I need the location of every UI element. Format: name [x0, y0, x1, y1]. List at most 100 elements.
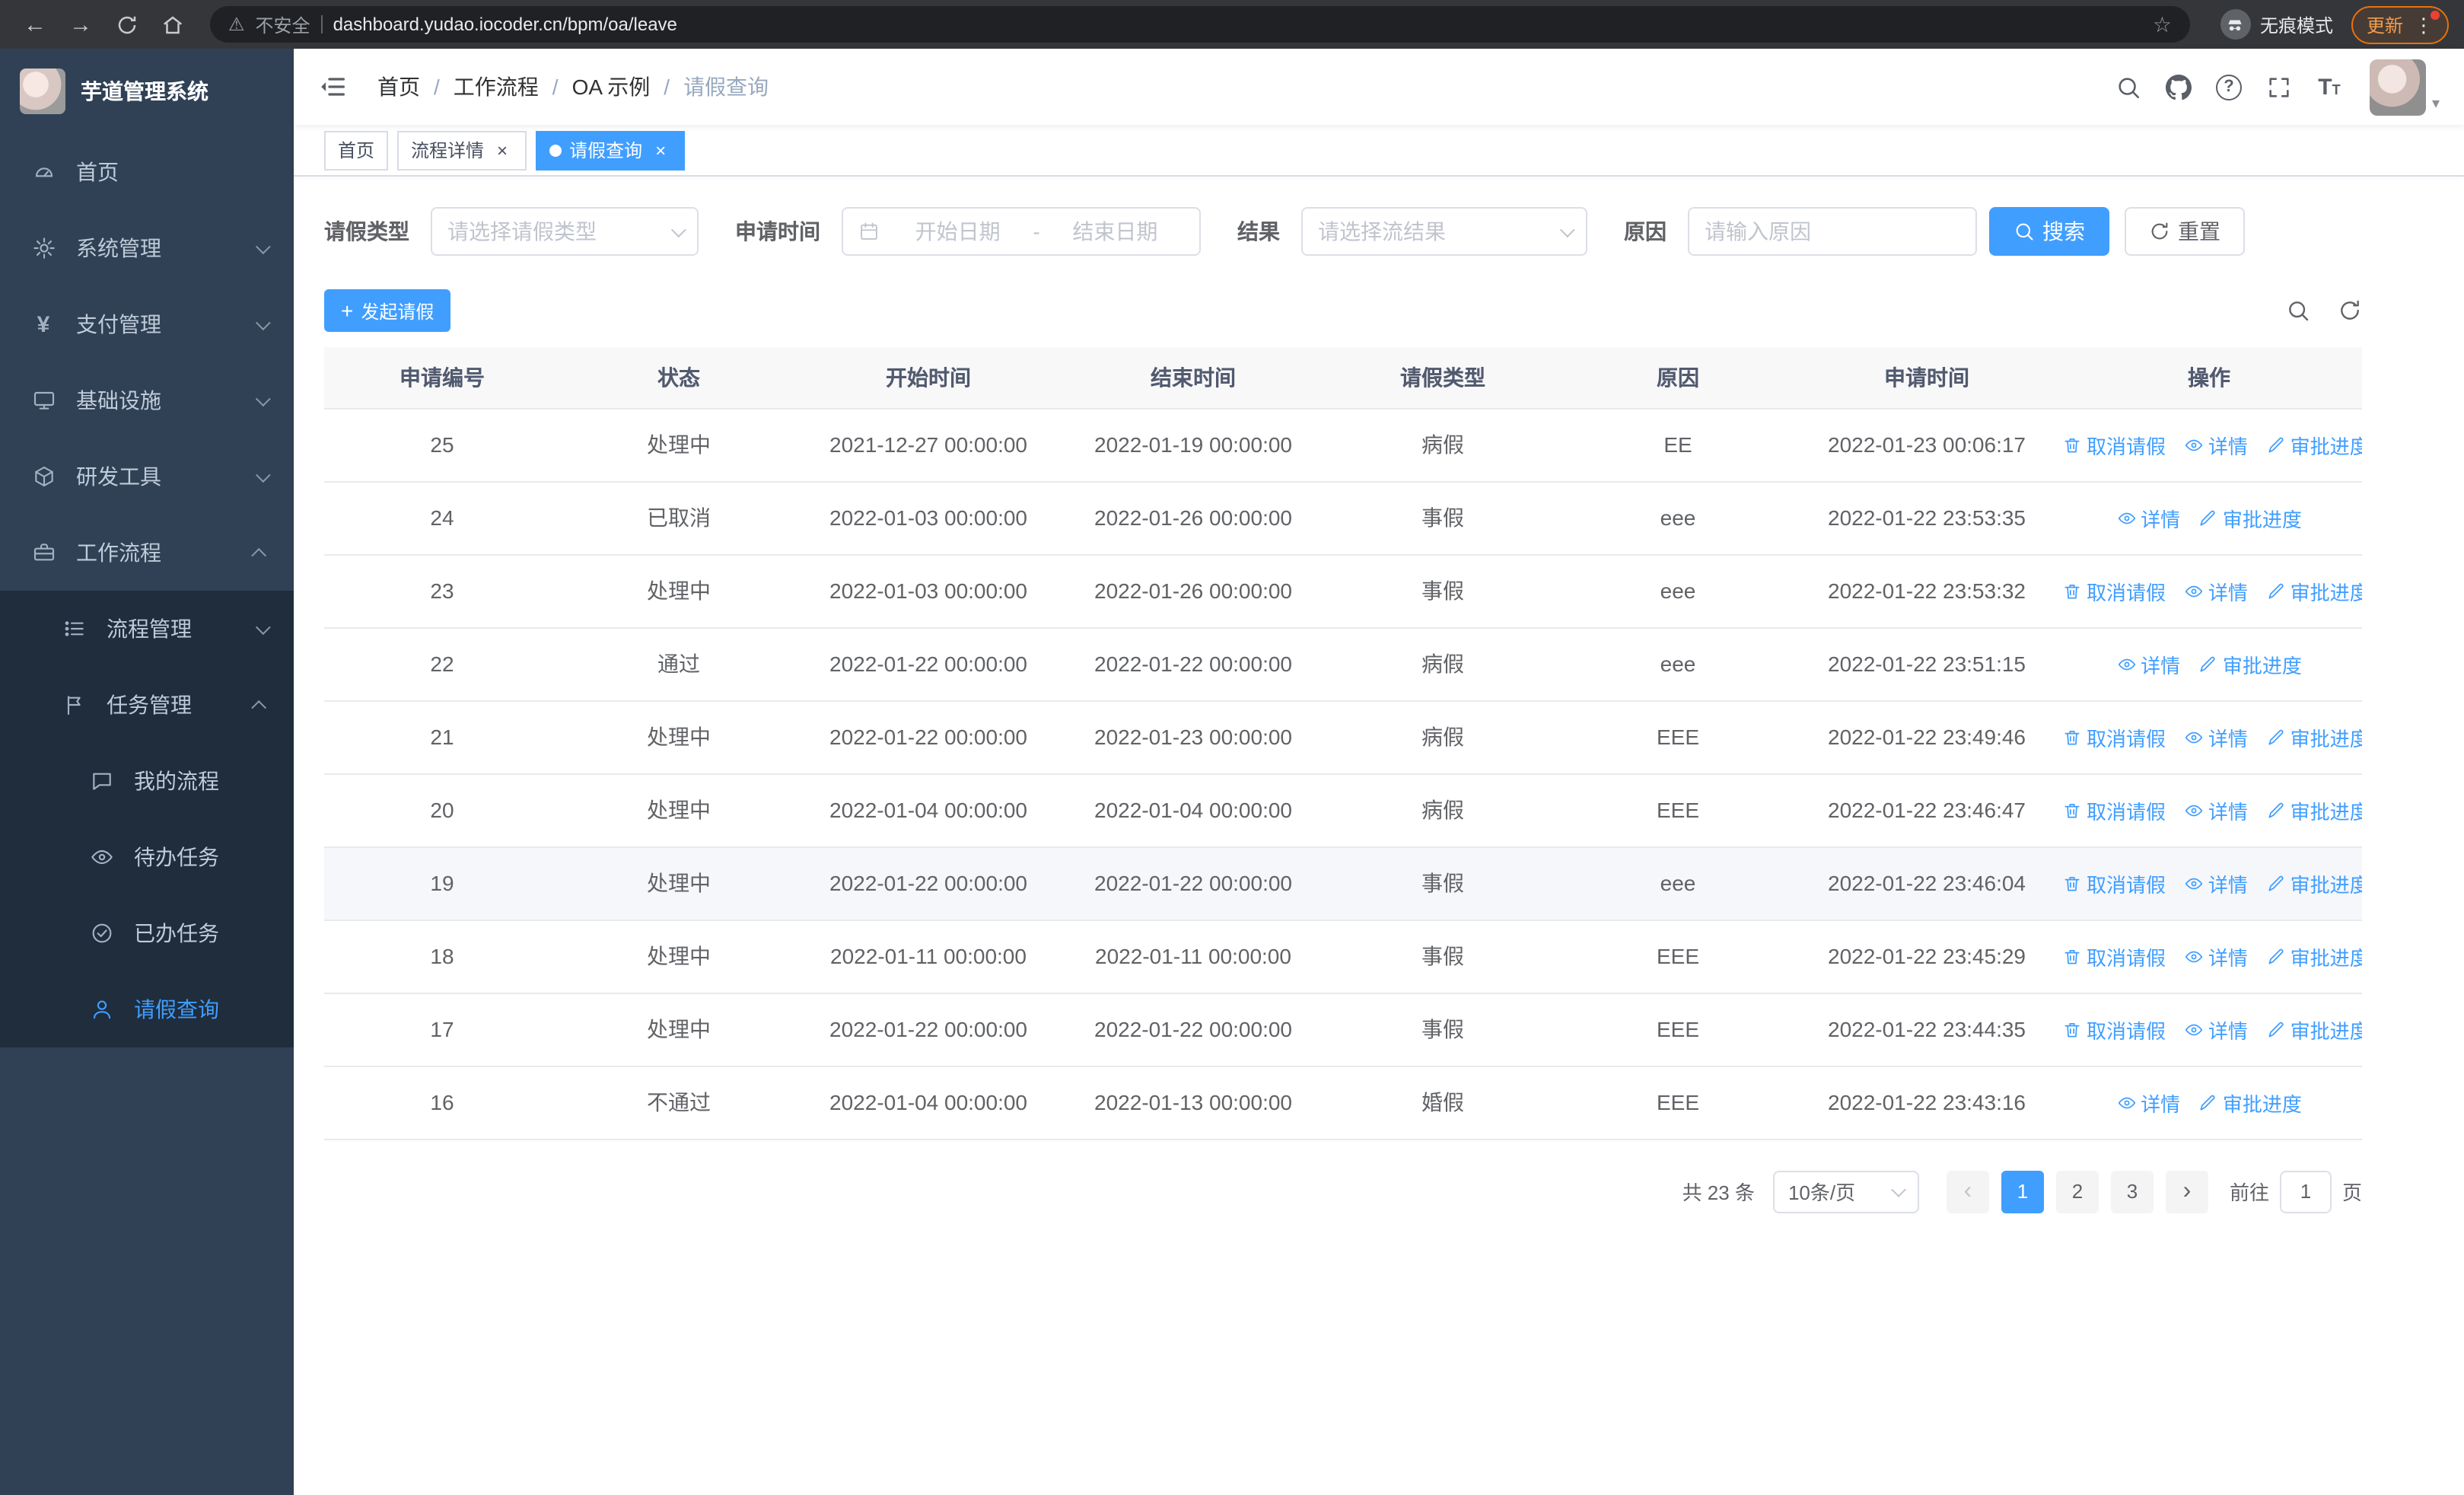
cell-start-time: 2022-01-22 00:00:00 [829, 725, 1027, 749]
detail-link[interactable]: 详情 [2184, 1015, 2248, 1044]
cancel-leave-link[interactable]: 取消请假 [2062, 576, 2166, 605]
approval-progress-link[interactable]: 审批进度 [2266, 722, 2362, 751]
logo[interactable]: 芋道管理系统 [0, 49, 294, 134]
url-divider [320, 15, 323, 33]
tab-process-detail[interactable]: 流程详情 × [397, 130, 527, 170]
approval-progress-link[interactable]: 审批进度 [2266, 1015, 2362, 1044]
reason-input[interactable] [1689, 209, 1975, 254]
cell-apply-time: 2022-01-22 23:43:16 [1828, 1090, 2026, 1114]
sidebar-item-my-processes[interactable]: 我的流程 [0, 743, 294, 819]
help-button[interactable]: ? [2204, 49, 2254, 125]
cell-leave-type: 事假 [1421, 505, 1464, 530]
cancel-leave-link[interactable]: 取消请假 [2062, 430, 2166, 459]
sidebar-item-process-management[interactable]: 流程管理 [0, 591, 294, 667]
detail-link[interactable]: 详情 [2184, 722, 2248, 751]
sidebar-item-label: 任务管理 [107, 693, 192, 717]
url-text: dashboard.yudao.iocoder.cn/bpm/oa/leave [333, 14, 677, 35]
bookmark-star-icon[interactable]: ☆ [2153, 11, 2172, 37]
page-button-3[interactable]: 3 [2110, 1170, 2154, 1213]
detail-link[interactable]: 详情 [2184, 869, 2248, 897]
sidebar-item-todo-tasks[interactable]: 待办任务 [0, 819, 294, 895]
logo-avatar [20, 69, 65, 114]
detail-link[interactable]: 详情 [2184, 795, 2248, 824]
cancel-leave-link[interactable]: 取消请假 [2062, 942, 2166, 971]
sidebar-item-payment[interactable]: ¥ 支付管理 [0, 286, 294, 362]
result-select[interactable]: 请选择流结果 [1301, 207, 1587, 256]
calendar-icon [858, 221, 880, 242]
browser-menu-button[interactable]: ⋮ [2414, 10, 2440, 34]
search-button[interactable]: 搜索 [1989, 207, 2109, 256]
address-bar[interactable]: ⚠ 不安全 dashboard.yudao.iocoder.cn/bpm/oa/… [210, 6, 2190, 43]
back-icon: ← [24, 11, 46, 37]
cell-status: 处理中 [647, 725, 711, 749]
sidebar-item-label: 首页 [76, 160, 119, 184]
sidebar-item-workflow[interactable]: 工作流程 [0, 515, 294, 591]
browser-update-button[interactable]: 更新 ⋮ [2351, 5, 2449, 43]
font-size-button[interactable]: TT [2304, 49, 2354, 125]
cancel-leave-link[interactable]: 取消请假 [2062, 1015, 2166, 1044]
sidebar-item-done-tasks[interactable]: 已办任务 [0, 895, 294, 971]
approval-progress-link[interactable]: 审批进度 [2266, 942, 2362, 971]
trash-icon [2064, 584, 2080, 598]
prev-page-button[interactable]: ‹ [1946, 1170, 1989, 1213]
page-button-1[interactable]: 1 [2001, 1170, 2044, 1213]
close-icon[interactable]: × [650, 139, 671, 161]
detail-link[interactable]: 详情 [2116, 503, 2180, 532]
page-button-2[interactable]: 2 [2055, 1170, 2099, 1213]
sidebar-item-task-management[interactable]: 任务管理 [0, 667, 294, 743]
create-leave-button[interactable]: + 发起请假 [324, 289, 451, 332]
approval-progress-link[interactable]: 审批进度 [2198, 1088, 2302, 1117]
avatar-caret-icon[interactable]: ▾ [2432, 96, 2440, 125]
cancel-leave-link[interactable]: 取消请假 [2062, 795, 2166, 824]
github-button[interactable] [2154, 49, 2204, 125]
leave-type-select[interactable]: 请选择请假类型 [431, 207, 699, 256]
next-page-button[interactable]: › [2165, 1170, 2208, 1213]
toggle-search-button[interactable] [2286, 298, 2310, 323]
approval-progress-link[interactable]: 审批进度 [2266, 869, 2362, 897]
approval-progress-link[interactable]: 审批进度 [2198, 649, 2302, 678]
trash-icon [2064, 438, 2080, 452]
breadcrumb-workflow[interactable]: 工作流程 [454, 72, 539, 102]
approval-progress-link[interactable]: 审批进度 [2198, 503, 2302, 532]
browser-reload-button[interactable] [107, 5, 146, 44]
sidebar-item-home[interactable]: 首页 [0, 134, 294, 210]
cell-end-time: 2022-01-26 00:00:00 [1094, 505, 1292, 530]
breadcrumb-oa-example[interactable]: OA 示例 [572, 72, 651, 102]
sidebar-item-leave-query[interactable]: 请假查询 [0, 971, 294, 1047]
browser-forward-button[interactable]: → [61, 5, 100, 44]
browser-back-button[interactable]: ← [15, 5, 55, 44]
detail-link[interactable]: 详情 [2116, 649, 2180, 678]
detail-link[interactable]: 详情 [2116, 1088, 2180, 1117]
approval-progress-link[interactable]: 审批进度 [2266, 795, 2362, 824]
pen-icon [2201, 1094, 2216, 1110]
breadcrumb-home[interactable]: 首页 [377, 72, 420, 102]
cell-start-time: 2022-01-22 00:00:00 [829, 871, 1027, 895]
close-icon[interactable]: × [492, 139, 513, 161]
sidebar-item-infrastructure[interactable]: 基础设施 [0, 362, 294, 438]
tab-home[interactable]: 首页 [324, 130, 389, 170]
page-size-select[interactable]: 10条/页 [1772, 1170, 1919, 1213]
sidebar-item-label: 已办任务 [134, 921, 219, 945]
apply-time-range-picker[interactable]: 开始日期 - 结束日期 [842, 207, 1201, 256]
sidebar-item-devtools[interactable]: 研发工具 [0, 438, 294, 515]
tab-leave-query[interactable]: 请假查询 × [536, 130, 686, 170]
reset-button[interactable]: 重置 [2125, 207, 2245, 256]
table-row: 25 处理中 2021-12-27 00:00:00 2022-01-19 00… [324, 408, 2362, 482]
detail-link[interactable]: 详情 [2184, 942, 2248, 971]
detail-link[interactable]: 详情 [2184, 430, 2248, 459]
approval-progress-link[interactable]: 审批进度 [2266, 430, 2362, 459]
goto-page-input[interactable] [2279, 1170, 2332, 1213]
browser-home-button[interactable] [152, 5, 192, 44]
cancel-leave-link[interactable]: 取消请假 [2062, 869, 2166, 897]
refresh-table-button[interactable] [2338, 298, 2362, 323]
fullscreen-button[interactable] [2254, 49, 2304, 125]
user-avatar[interactable] [2369, 59, 2426, 115]
detail-link[interactable]: 详情 [2184, 576, 2248, 605]
sidebar-item-system[interactable]: 系统管理 [0, 210, 294, 286]
approval-progress-link[interactable]: 审批进度 [2266, 576, 2362, 605]
header-search-button[interactable] [2103, 49, 2154, 125]
forward-icon: → [69, 11, 92, 37]
gear-icon [30, 236, 56, 260]
sidebar-collapse-button[interactable] [318, 70, 352, 104]
cancel-leave-link[interactable]: 取消请假 [2062, 722, 2166, 751]
